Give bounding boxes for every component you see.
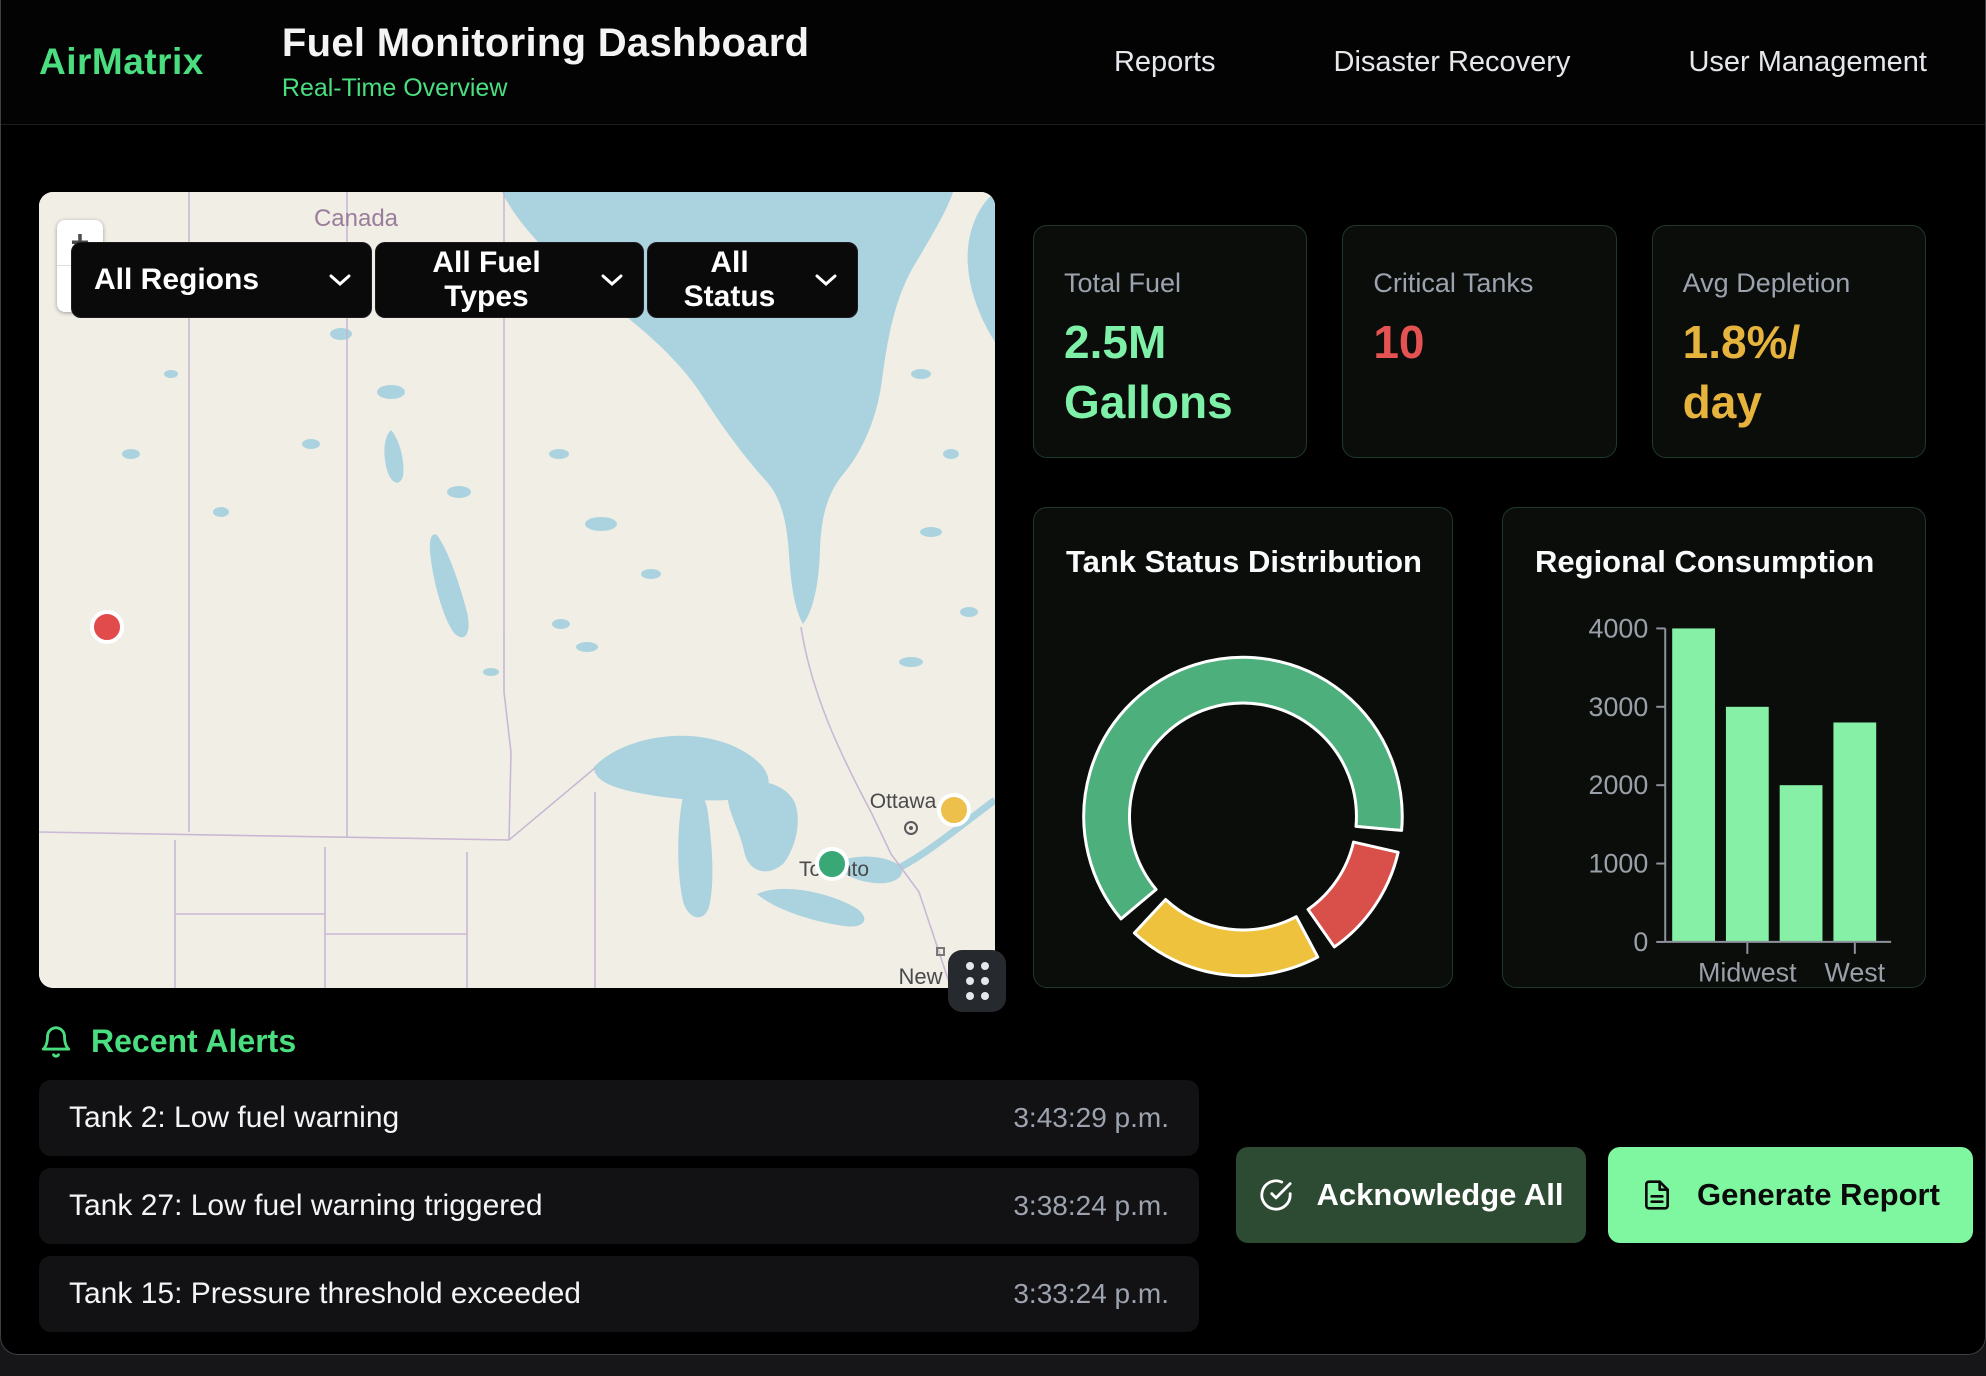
chevron-down-icon <box>601 273 623 287</box>
svg-text:4000: 4000 <box>1589 613 1649 643</box>
filter-fuel-types-select[interactable]: All Fuel Types <box>375 242 644 318</box>
nav-disaster-recovery[interactable]: Disaster Recovery <box>1334 46 1571 79</box>
stat-value-critical-tanks: 10 <box>1373 313 1578 373</box>
alert-text: Tank 2: Low fuel warning <box>69 1101 399 1135</box>
chevron-down-icon <box>329 273 351 287</box>
svg-text:3000: 3000 <box>1589 692 1649 722</box>
regional-bar-chart: 0 1000 2000 3000 4000 Midwest West <box>1503 508 1925 987</box>
brand-logo: AirMatrix <box>39 41 204 83</box>
svg-text:1000: 1000 <box>1589 849 1649 879</box>
alert-row[interactable]: Tank 15: Pressure threshold exceeded 3:3… <box>39 1256 1199 1332</box>
svg-text:0: 0 <box>1633 927 1648 957</box>
stat-card-avg-depletion: Avg Depletion 1.8%/day <box>1652 225 1926 458</box>
map-grip-icon[interactable] <box>948 950 1006 1012</box>
acknowledge-all-label: Acknowledge All <box>1317 1177 1564 1213</box>
page-title: Fuel Monitoring Dashboard <box>282 21 809 66</box>
svg-text:2000: 2000 <box>1589 770 1649 800</box>
main-content: Canada Ottawa Toronto New York + <box>1 125 1985 1355</box>
map-filters: All Regions All Fuel Types All Status <box>71 242 858 318</box>
alerts-title: Recent Alerts <box>91 1023 296 1060</box>
filter-regions-select[interactable]: All Regions <box>71 242 372 318</box>
stats-row: Total Fuel 2.5M Gallons Critical Tanks 1… <box>1033 225 1926 458</box>
nav-reports[interactable]: Reports <box>1114 46 1216 79</box>
map-lake-michigan <box>678 790 712 918</box>
alert-timestamp: 3:33:24 p.m. <box>1013 1278 1169 1310</box>
page-subtitle: Real-Time Overview <box>282 74 809 103</box>
title-block: Fuel Monitoring Dashboard Real-Time Over… <box>282 21 809 103</box>
acknowledge-all-button[interactable]: Acknowledge All <box>1236 1147 1586 1243</box>
filter-regions-label: All Regions <box>94 263 259 297</box>
regional-consumption-panel: Regional Consumption 01000200030004000Mi… <box>1502 507 1926 988</box>
alerts-header: Recent Alerts <box>39 1023 296 1060</box>
alert-row[interactable]: Tank 27: Low fuel warning triggered 3:38… <box>39 1168 1199 1244</box>
header: AirMatrix Fuel Monitoring Dashboard Real… <box>1 0 1985 125</box>
dashboard-app: AirMatrix Fuel Monitoring Dashboard Real… <box>0 0 1986 1355</box>
alert-timestamp: 3:38:24 p.m. <box>1013 1190 1169 1222</box>
tank-status-donut <box>1034 508 1452 987</box>
map-marker-yellow[interactable] <box>939 795 969 825</box>
svg-text:Midwest: Midwest <box>1698 958 1797 987</box>
tank-status-panel: Tank Status Distribution <box>1033 507 1453 988</box>
map-label-country: Canada <box>314 205 399 232</box>
stat-label: Critical Tanks <box>1373 268 1585 299</box>
map-marker-green[interactable] <box>817 849 847 879</box>
main-nav: Reports Disaster Recovery User Managemen… <box>1114 46 1927 79</box>
filter-fuel-types-label: All Fuel Types <box>398 246 575 314</box>
stat-card-total-fuel: Total Fuel 2.5M Gallons <box>1033 225 1307 458</box>
check-circle-icon <box>1259 1178 1293 1212</box>
charts-row: Tank Status Distribution Regional Consum… <box>1033 507 1926 988</box>
alert-timestamp: 3:43:29 p.m. <box>1013 1102 1169 1134</box>
svg-text:West: West <box>1824 958 1885 987</box>
map-panel: Canada Ottawa Toronto New York + <box>39 192 995 988</box>
file-text-icon <box>1641 1178 1673 1212</box>
alert-text: Tank 15: Pressure threshold exceeded <box>69 1277 581 1311</box>
chevron-down-icon <box>815 273 837 287</box>
filter-status-select[interactable]: All Status <box>647 242 858 318</box>
stat-value-avg-depletion: 1.8%/day <box>1683 313 1823 433</box>
map-marker-red[interactable] <box>92 612 122 642</box>
stat-value-total-fuel: 2.5M Gallons <box>1064 313 1269 433</box>
bell-icon <box>39 1024 73 1060</box>
alert-text: Tank 27: Low fuel warning triggered <box>69 1189 543 1223</box>
nav-user-management[interactable]: User Management <box>1688 46 1927 79</box>
stat-label: Total Fuel <box>1064 268 1276 299</box>
stat-label: Avg Depletion <box>1683 268 1895 299</box>
generate-report-button[interactable]: Generate Report <box>1608 1147 1973 1243</box>
alert-row[interactable]: Tank 2: Low fuel warning 3:43:29 p.m. <box>39 1080 1199 1156</box>
generate-report-label: Generate Report <box>1697 1177 1940 1213</box>
map-label-ottawa: Ottawa <box>870 790 937 813</box>
filter-status-label: All Status <box>670 246 789 314</box>
stat-card-critical-tanks: Critical Tanks 10 <box>1342 225 1616 458</box>
